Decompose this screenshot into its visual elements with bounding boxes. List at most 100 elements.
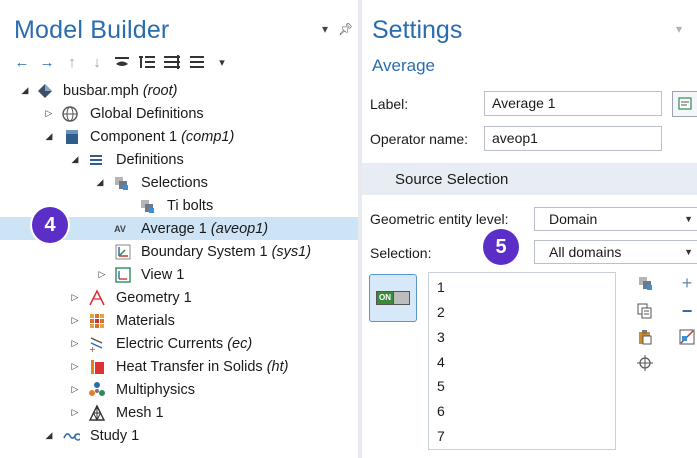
collapse-icon[interactable] [164,53,180,71]
add-icon[interactable]: + [678,273,696,293]
tree-node-mesh[interactable]: ▷ Mesh 1 [0,401,358,424]
selections-icon [112,174,130,192]
chevron-down-icon: ▼ [684,247,693,257]
expand-arrow-icon[interactable]: ▷ [70,384,80,395]
selection-icon [138,197,156,215]
collapse-arrow-icon[interactable]: ◢ [20,85,30,96]
heat-transfer-icon [88,358,106,376]
tree-node-selections[interactable]: ◢ Selections [0,171,358,194]
coordinate-system-icon [114,243,132,261]
tree-label: Multiphysics [116,381,195,398]
arrow-right-icon[interactable]: → [39,53,55,71]
toggle-label: ON [377,292,393,304]
expand-arrow-icon[interactable]: ▷ [97,269,107,280]
source-selection-section[interactable]: Source Selection [362,163,697,195]
collapse-arrow-icon[interactable]: ◢ [95,177,105,188]
selection-value: All domains [549,244,622,260]
paste-selection-icon[interactable] [636,274,654,292]
model-builder-panel: Model Builder ▾ 📌︎ ← → ↑ ↓ ▾ ◢ busbar.mp… [0,0,358,458]
tree-node-component[interactable]: ◢ Component 1 (comp1) [0,125,358,148]
tree-node-root[interactable]: ◢ busbar.mph (root) [0,79,358,102]
multiphysics-icon [88,381,106,399]
list-item[interactable]: 3 [437,329,445,345]
list-item[interactable]: 2 [437,304,445,320]
entity-level-value: Domain [549,211,598,227]
study-icon [62,427,80,445]
globe-icon [61,105,79,123]
selection-caption: Selection: [370,245,432,261]
collapse-arrow-icon[interactable]: ◢ [44,131,54,142]
tree-label: Global Definitions [90,105,204,122]
tree-label: Heat Transfer in Solids (ht) [116,358,289,375]
expand-arrow-icon[interactable]: ▷ [70,292,80,303]
view-icon [114,266,132,284]
arrow-left-icon[interactable]: ← [14,53,30,71]
entity-level-caption: Geometric entity level: [370,211,509,227]
tree-node-electric-currents[interactable]: ▷ + Electric Currents (ec) [0,332,358,355]
tree-label: Study 1 [90,427,140,444]
expand-arrow-icon[interactable]: ▷ [70,338,80,349]
list-item[interactable]: 1 [437,279,445,295]
panel-menu-icon[interactable]: ▾ [676,22,682,36]
tree-label: Definitions [116,151,184,168]
entity-level-select[interactable]: Domain ▼ [534,207,697,231]
zoom-selection-icon[interactable] [636,354,654,372]
label-field[interactable]: Average 1 [484,91,662,116]
active-toggle-button[interactable]: ON [369,274,417,322]
settings-title: Settings [372,16,463,44]
model-builder-title: Model Builder [14,16,170,44]
tree-node-global-definitions[interactable]: ▷ Global Definitions [0,102,358,125]
arrow-down-icon[interactable]: ↓ [89,53,105,71]
toggle-switch-icon: ON [376,291,410,305]
tree-node-view[interactable]: ▷ View 1 [0,263,358,286]
panel-menu-icon[interactable]: ▾ [322,22,328,36]
show-icon[interactable] [114,53,130,71]
clipboard-icon[interactable] [636,328,654,346]
tree-label: Ti bolts [167,197,214,214]
selection-select[interactable]: All domains ▼ [534,240,697,264]
remove-icon[interactable]: − [678,301,696,321]
model-root-icon [36,82,54,100]
tree-label: Boundary System 1 (sys1) [141,243,312,260]
tree-node-multiphysics[interactable]: ▷ Multiphysics [0,378,358,401]
tree-node-study[interactable]: ◢ Study 1 [0,424,358,447]
list-item[interactable]: 4 [437,354,445,370]
tree-label: busbar.mph (root) [63,82,178,99]
average-operator-icon: AV [114,223,126,234]
tree-node-definitions[interactable]: ◢ Definitions [0,148,358,171]
panel-pin-icon[interactable]: 📌︎ [338,22,353,36]
tree-node-heat-transfer[interactable]: ▷ Heat Transfer in Solids (ht) [0,355,358,378]
list-icon[interactable] [189,53,205,71]
tree-node-boundary-system[interactable]: Boundary System 1 (sys1) [0,240,358,263]
model-tree: ◢ busbar.mph (root) ▷ Global Definitions… [0,79,358,447]
tree-label: Materials [116,312,175,329]
tree-label: Mesh 1 [116,404,164,421]
operator-name-field[interactable]: aveop1 [484,126,662,151]
expand-arrow-icon[interactable]: ▷ [44,108,54,119]
component-icon [63,128,81,146]
expand-arrow-icon[interactable]: ▷ [70,361,80,372]
tree-label: View 1 [141,266,185,283]
tree-node-materials[interactable]: ▷ Materials [0,309,358,332]
copy-icon[interactable] [636,302,654,320]
expand-arrow-icon[interactable]: ▷ [70,315,80,326]
selection-list[interactable]: 1 2 3 4 5 6 7 [428,272,616,450]
clear-selection-icon[interactable] [678,328,696,346]
materials-icon [88,312,106,330]
expand-icon[interactable] [139,53,155,71]
collapse-arrow-icon[interactable]: ◢ [70,154,80,165]
list-item[interactable]: 5 [437,378,445,394]
arrow-up-icon[interactable]: ↑ [64,53,80,71]
edit-label-icon[interactable] [672,91,697,117]
label-caption: Label: [370,96,409,112]
step-badge-4: 4 [32,207,68,243]
chevron-down-icon: ▼ [684,214,693,224]
dropdown-icon[interactable]: ▾ [214,53,230,71]
tree-node-geometry[interactable]: ▷ Geometry 1 [0,286,358,309]
expand-arrow-icon[interactable]: ▷ [70,407,80,418]
list-item[interactable]: 7 [437,428,445,444]
settings-subtitle: Average [372,56,436,75]
collapse-arrow-icon[interactable]: ◢ [44,430,54,441]
definitions-icon [87,151,105,169]
list-item[interactable]: 6 [437,403,445,419]
